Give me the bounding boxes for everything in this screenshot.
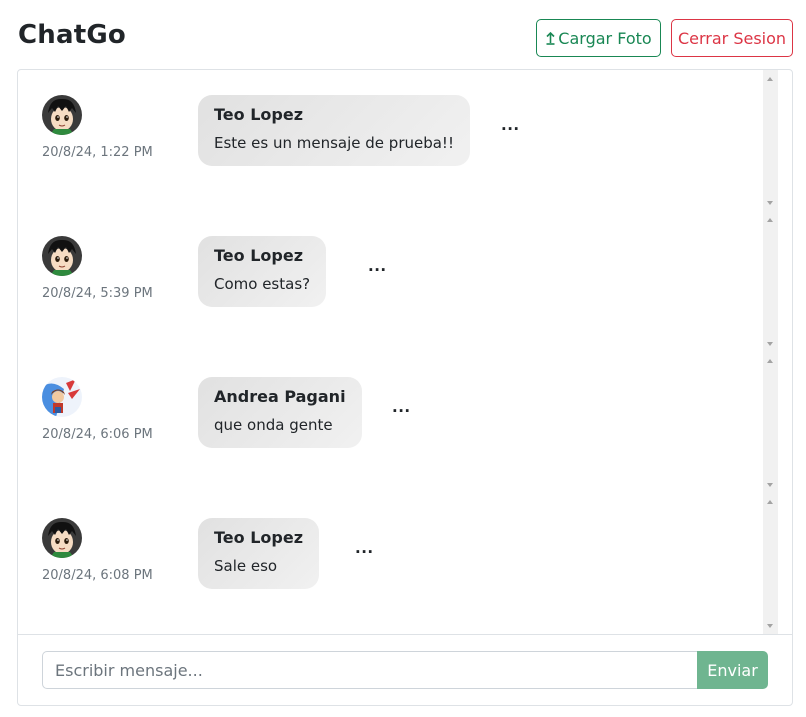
message-bubble: Teo Lopez Como estas? xyxy=(198,236,327,307)
message-timestamp: 20/8/24, 6:06 PM xyxy=(42,427,153,442)
scroll-up-arrow-icon[interactable] xyxy=(767,500,773,504)
scroll-up-arrow-icon[interactable] xyxy=(767,77,773,81)
scrollbar[interactable] xyxy=(763,211,778,352)
andrea-avatar-icon xyxy=(42,377,82,417)
message-sender: Teo Lopez xyxy=(214,246,304,265)
composer-divider xyxy=(18,634,792,635)
message-text: Como estas? xyxy=(214,275,311,293)
app-title: ChatGo xyxy=(18,20,126,50)
message-item: 20/8/24, 5:39 PM Teo Lopez Como estas? .… xyxy=(18,211,778,352)
scroll-up-arrow-icon[interactable] xyxy=(767,218,773,222)
scroll-down-arrow-icon[interactable] xyxy=(767,201,773,205)
avatar xyxy=(42,377,82,417)
message-text: que onda gente xyxy=(214,416,333,434)
avatar xyxy=(42,95,82,135)
scroll-down-arrow-icon[interactable] xyxy=(767,624,773,628)
message-text: Sale eso xyxy=(214,557,278,575)
upload-photo-button[interactable]: Cargar Foto xyxy=(536,19,661,57)
message-text: Este es un mensaje de prueba!! xyxy=(214,134,454,152)
message-bubble: Andrea Pagani que onda gente xyxy=(198,377,362,448)
teo-avatar-icon xyxy=(42,95,82,135)
scrollbar[interactable] xyxy=(763,352,778,493)
message-list[interactable]: 20/8/24, 1:22 PM Teo Lopez Este es un me… xyxy=(18,70,778,635)
teo-avatar-icon xyxy=(42,518,82,558)
teo-avatar-icon xyxy=(42,236,82,276)
message-sender: Teo Lopez xyxy=(214,105,304,124)
scroll-up-arrow-icon[interactable] xyxy=(767,359,773,363)
message-composer: Enviar xyxy=(42,651,768,689)
message-bubble: Teo Lopez Este es un mensaje de prueba!! xyxy=(198,95,470,166)
scroll-down-arrow-icon[interactable] xyxy=(767,483,773,487)
scrollbar[interactable] xyxy=(763,70,778,211)
message-options-button[interactable]: ... xyxy=(355,541,374,556)
message-options-button[interactable]: ... xyxy=(392,400,411,415)
message-sender: Teo Lopez xyxy=(214,528,304,547)
message-sender: Andrea Pagani xyxy=(214,387,346,406)
message-item: 20/8/24, 1:22 PM Teo Lopez Este es un me… xyxy=(18,70,778,211)
message-bubble: Teo Lopez Sale eso xyxy=(198,518,320,589)
send-button[interactable]: Enviar xyxy=(697,651,768,689)
chat-card: 20/8/24, 1:22 PM Teo Lopez Este es un me… xyxy=(17,69,793,706)
message-item: 20/8/24, 6:08 PM Teo Lopez Sale eso ... xyxy=(18,493,778,634)
scrollbar[interactable] xyxy=(763,493,778,634)
upload-photo-label: Cargar Foto xyxy=(558,28,652,48)
message-timestamp: 20/8/24, 1:22 PM xyxy=(42,145,153,160)
message-item: 20/8/24, 6:06 PM Andrea Pagani que onda … xyxy=(18,352,778,493)
message-input[interactable] xyxy=(42,651,698,689)
message-timestamp: 20/8/24, 6:08 PM xyxy=(42,568,153,583)
upload-arrow-icon xyxy=(546,31,555,45)
message-options-button[interactable]: ... xyxy=(368,259,387,274)
avatar xyxy=(42,236,82,276)
logout-button[interactable]: Cerrar Sesion xyxy=(671,19,793,57)
scroll-down-arrow-icon[interactable] xyxy=(767,342,773,346)
message-options-button[interactable]: ... xyxy=(501,118,520,133)
message-timestamp: 20/8/24, 5:39 PM xyxy=(42,286,153,301)
avatar xyxy=(42,518,82,558)
